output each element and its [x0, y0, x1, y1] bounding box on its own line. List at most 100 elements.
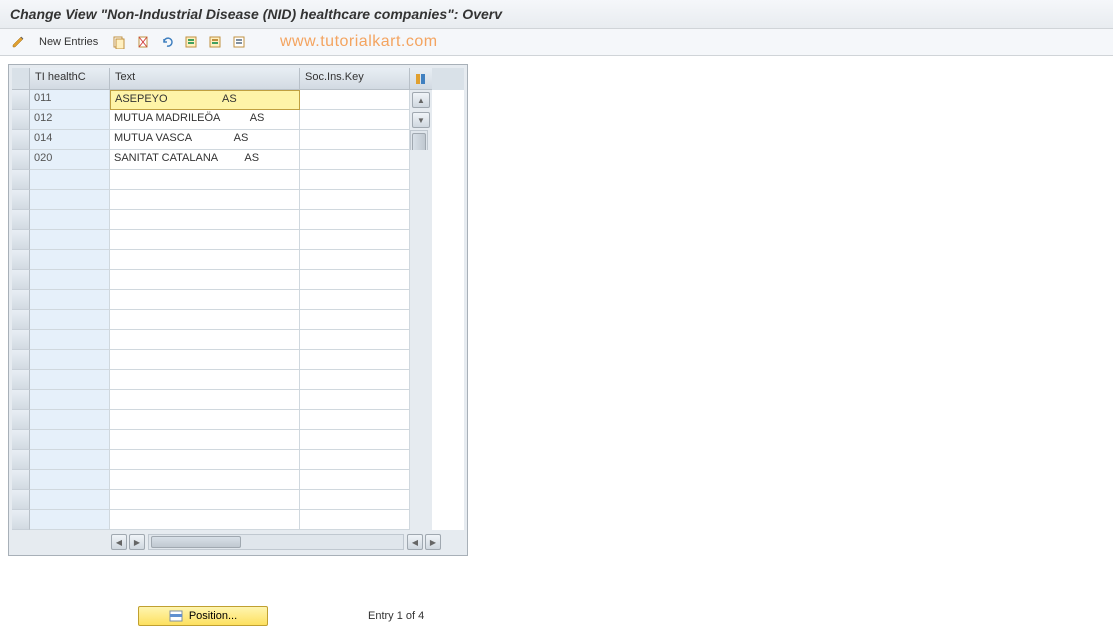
col-header-text[interactable]: Text	[110, 68, 300, 90]
hscroll-last-icon[interactable]: ▶	[425, 534, 441, 550]
toggle-display-change-icon[interactable]	[8, 33, 28, 51]
table-row	[12, 350, 464, 370]
entry-count-text: Entry 1 of 4	[368, 610, 424, 622]
cell-healthc	[30, 310, 110, 330]
cell-text[interactable]: MUTUA VASCA AS	[110, 130, 300, 150]
table-row	[12, 390, 464, 410]
cell-text	[110, 490, 300, 510]
row-selector-header[interactable]	[12, 68, 30, 90]
row-selector[interactable]	[12, 450, 30, 470]
cell-socinskey[interactable]	[300, 150, 410, 170]
hscroll-first-icon[interactable]: ◀	[111, 534, 127, 550]
row-selector[interactable]	[12, 150, 30, 170]
row-selector[interactable]	[12, 90, 30, 110]
undo-change-icon[interactable]	[157, 33, 177, 51]
row-selector[interactable]	[12, 190, 30, 210]
hscroll-track[interactable]	[148, 534, 404, 550]
position-button-label: Position...	[189, 610, 237, 622]
cell-text	[110, 270, 300, 290]
row-selector[interactable]	[12, 250, 30, 270]
cell-text[interactable]: MUTUA MADRILEÖA AS	[110, 110, 300, 130]
cell-healthc	[30, 510, 110, 530]
hscroll-thumb[interactable]	[151, 536, 241, 548]
row-selector[interactable]	[12, 170, 30, 190]
table-row: 011ASEPEYO AS ▲	[12, 90, 464, 110]
select-block-icon[interactable]	[205, 33, 225, 51]
vscroll-down-icon[interactable]: ▼	[412, 112, 430, 128]
cell-socinskey[interactable]	[300, 130, 410, 150]
copy-as-icon[interactable]	[109, 33, 129, 51]
cell-healthc	[30, 290, 110, 310]
cell-socinskey	[300, 510, 410, 530]
table-row	[12, 450, 464, 470]
row-selector[interactable]	[12, 270, 30, 290]
vscroll-cell	[410, 150, 432, 170]
cell-socinskey	[300, 330, 410, 350]
cell-healthc	[30, 490, 110, 510]
cell-healthc[interactable]: 014	[30, 130, 110, 150]
cell-text	[110, 190, 300, 210]
row-selector[interactable]	[12, 490, 30, 510]
cell-text	[110, 510, 300, 530]
row-selector[interactable]	[12, 290, 30, 310]
table-row	[12, 210, 464, 230]
cell-healthc	[30, 170, 110, 190]
cell-healthc	[30, 410, 110, 430]
deselect-all-icon[interactable]	[229, 33, 249, 51]
cell-socinskey	[300, 350, 410, 370]
position-button[interactable]: Position...	[138, 606, 268, 626]
footer-area: Position... Entry 1 of 4	[8, 606, 1105, 626]
row-selector[interactable]	[12, 470, 30, 490]
table-row	[12, 410, 464, 430]
cell-socinskey[interactable]	[300, 90, 410, 110]
cell-socinskey	[300, 450, 410, 470]
cell-socinskey	[300, 170, 410, 190]
row-selector[interactable]	[12, 110, 30, 130]
cell-text	[110, 250, 300, 270]
cell-healthc	[30, 330, 110, 350]
cell-healthc[interactable]: 012	[30, 110, 110, 130]
row-selector[interactable]	[12, 230, 30, 250]
table-row	[12, 290, 464, 310]
row-selector[interactable]	[12, 130, 30, 150]
new-entries-button[interactable]: New Entries	[32, 33, 105, 51]
cell-healthc	[30, 470, 110, 490]
row-selector[interactable]	[12, 410, 30, 430]
cell-healthc	[30, 390, 110, 410]
cell-socinskey	[300, 370, 410, 390]
cell-healthc[interactable]: 011	[30, 90, 110, 110]
row-selector[interactable]	[12, 370, 30, 390]
cell-text[interactable]: SANITAT CATALANA AS	[110, 150, 300, 170]
row-selector[interactable]	[12, 330, 30, 350]
cell-healthc	[30, 430, 110, 450]
table-row	[12, 310, 464, 330]
table-container: TI healthC Text Soc.Ins.Key 011ASEPEYO A…	[8, 64, 468, 556]
row-selector[interactable]	[12, 350, 30, 370]
cell-socinskey	[300, 430, 410, 450]
row-selector[interactable]	[12, 430, 30, 450]
row-selector[interactable]	[12, 310, 30, 330]
row-selector[interactable]	[12, 210, 30, 230]
cell-socinskey	[300, 310, 410, 330]
vscroll-cell: ▼	[410, 110, 432, 130]
table-row	[12, 370, 464, 390]
hscroll-right-icon[interactable]: ◀	[407, 534, 423, 550]
table-config-icon[interactable]	[410, 68, 432, 90]
vscroll-up-icon[interactable]: ▲	[412, 92, 430, 108]
vscroll-cell	[410, 190, 432, 210]
cell-healthc	[30, 350, 110, 370]
row-selector[interactable]	[12, 510, 30, 530]
hscroll-left-icon[interactable]: ▶	[129, 534, 145, 550]
row-selector[interactable]	[12, 390, 30, 410]
cell-socinskey[interactable]	[300, 110, 410, 130]
cell-text	[110, 290, 300, 310]
delete-icon[interactable]	[133, 33, 153, 51]
vscroll-cell	[410, 290, 432, 310]
data-table: TI healthC Text Soc.Ins.Key 011ASEPEYO A…	[12, 68, 464, 530]
select-all-icon[interactable]	[181, 33, 201, 51]
cell-healthc[interactable]: 020	[30, 150, 110, 170]
col-header-socinskey[interactable]: Soc.Ins.Key	[300, 68, 410, 90]
vscroll-cell	[410, 170, 432, 190]
cell-text[interactable]: ASEPEYO AS	[110, 90, 300, 110]
col-header-healthc[interactable]: TI healthC	[30, 68, 110, 90]
